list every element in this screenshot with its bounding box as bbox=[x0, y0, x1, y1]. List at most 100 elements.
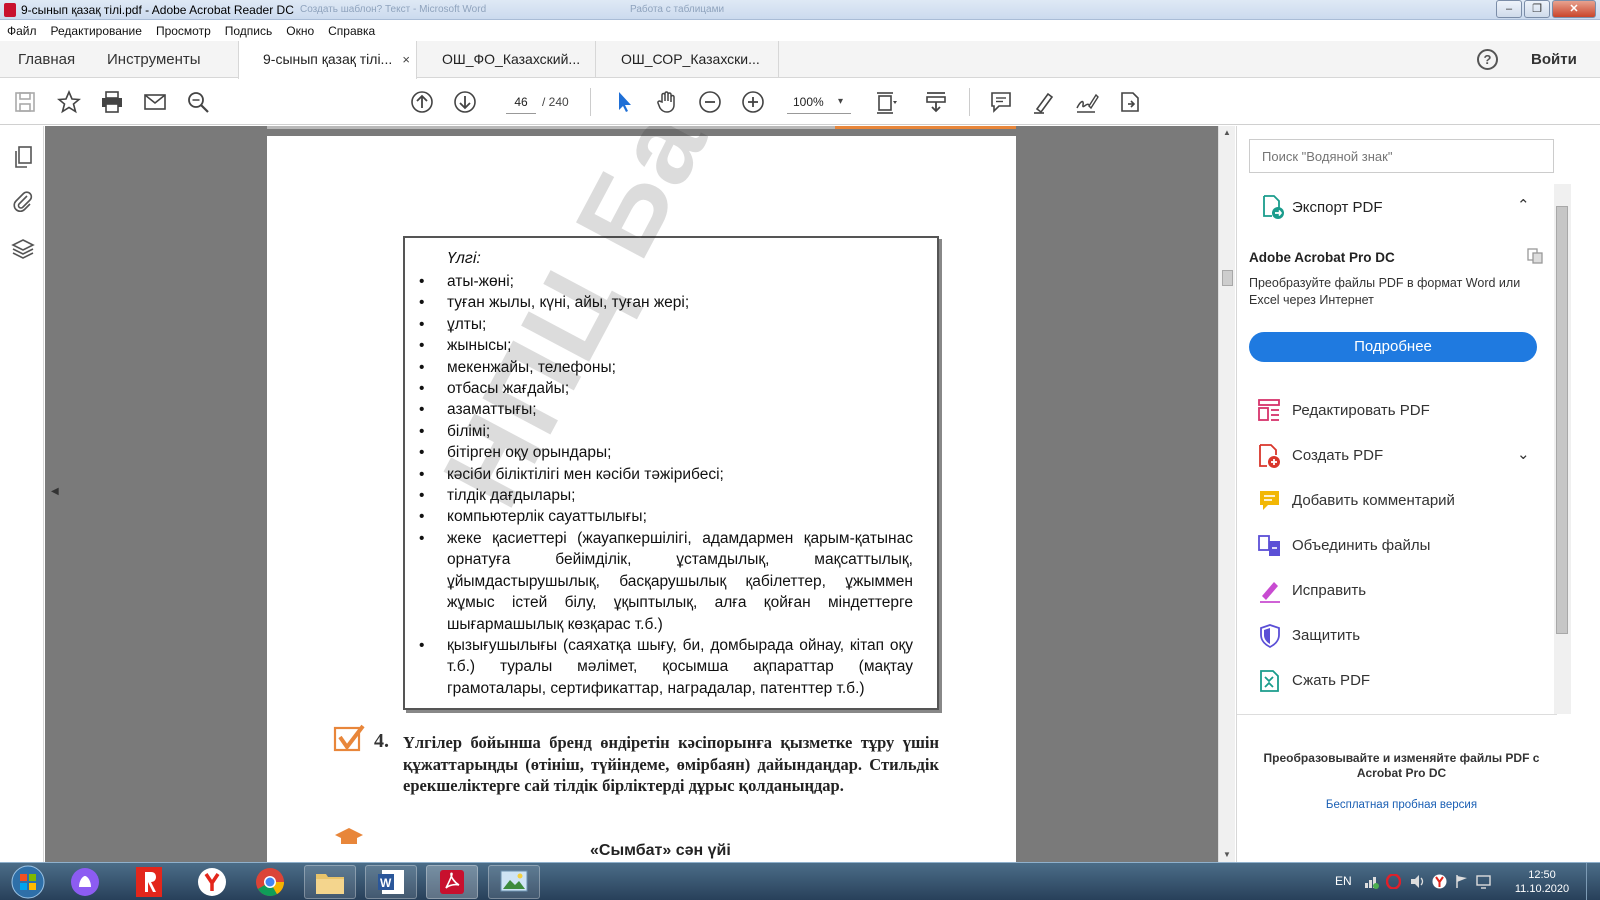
tools-pane: Экспорт PDF ⌃ Adobe Acrobat Pro DC Преоб… bbox=[1236, 126, 1600, 862]
email-icon[interactable] bbox=[141, 88, 169, 116]
print-icon[interactable] bbox=[98, 88, 126, 116]
page-total: / 240 bbox=[542, 95, 569, 109]
menu-file[interactable]: Файл bbox=[7, 24, 37, 38]
tool-combine-files[interactable]: Объединить файлы bbox=[1249, 525, 1549, 570]
share-tool-icon[interactable] bbox=[1116, 88, 1144, 116]
combine-icon bbox=[1258, 535, 1280, 556]
scroll-mode-icon[interactable] bbox=[922, 88, 950, 116]
list-item: жеке қасиеттері (жауапкершілігі, адамдар… bbox=[419, 528, 913, 635]
task-text: Үлгілер бойынша бренд өндіретін кәсіпоры… bbox=[403, 733, 939, 796]
toolbar-divider bbox=[590, 88, 591, 116]
system-clock[interactable]: 12:50 11.10.2020 bbox=[1512, 868, 1572, 896]
close-window-button[interactable]: ✕ bbox=[1552, 0, 1596, 18]
restore-button[interactable]: ❐ bbox=[1524, 0, 1550, 18]
export-pdf-header[interactable]: Экспорт PDF ⌃ bbox=[1249, 192, 1549, 224]
zoom-out-icon[interactable] bbox=[696, 88, 724, 116]
yandex-browser-icon[interactable] bbox=[186, 865, 238, 899]
promo-title: Adobe Acrobat Pro DC bbox=[1249, 250, 1395, 265]
ghost-title-2: Работа с таблицами bbox=[630, 4, 725, 15]
tool-compress-pdf[interactable]: Сжать PDF bbox=[1249, 660, 1549, 705]
menu-view[interactable]: Просмотр bbox=[156, 24, 211, 38]
tool-protect[interactable]: Защитить bbox=[1249, 615, 1549, 660]
list-item: компьютерлік сауаттылығы; bbox=[419, 506, 913, 528]
pdf-page: Үлгі: аты-жөні; туған жылы, күні, айы, т… bbox=[267, 126, 1016, 862]
tab-document-2[interactable]: ОШ_ФО_Казахский... bbox=[418, 41, 596, 78]
previous-page-orange-edge bbox=[835, 126, 1016, 129]
alice-assistant-icon[interactable] bbox=[59, 865, 111, 899]
document-scrollbar[interactable]: ▲ ▼ bbox=[1218, 126, 1235, 862]
acrobat-reader-icon[interactable] bbox=[426, 865, 478, 899]
bookmark-star-icon[interactable] bbox=[55, 88, 83, 116]
scrollbar-thumb[interactable] bbox=[1222, 270, 1233, 286]
edit-pdf-icon bbox=[1258, 399, 1280, 421]
list-item: туған жылы, күні, айы, туған жері; bbox=[419, 292, 913, 314]
photo-viewer-icon[interactable] bbox=[488, 865, 540, 899]
sign-tool-icon[interactable] bbox=[1073, 88, 1101, 116]
watermark-search-input[interactable] bbox=[1249, 139, 1554, 173]
yandex-icon[interactable] bbox=[123, 865, 175, 899]
tool-label: Добавить комментарий bbox=[1292, 492, 1455, 509]
zoom-dropdown-icon[interactable]: ▾ bbox=[838, 90, 843, 114]
menu-help[interactable]: Справка bbox=[328, 24, 375, 38]
scroll-up-icon[interactable]: ▲ bbox=[1223, 128, 1231, 137]
tool-fill-sign[interactable]: Исправить bbox=[1249, 570, 1549, 615]
tab-document-3[interactable]: ОШ_СОР_Казахски... bbox=[597, 41, 779, 78]
signin-button[interactable]: Войти bbox=[1531, 41, 1577, 78]
tool-create-pdf[interactable]: Создать PDF ⌄ bbox=[1249, 435, 1549, 480]
clock-time: 12:50 bbox=[1528, 869, 1556, 881]
save-icon[interactable] bbox=[11, 88, 39, 116]
scrollbar-thumb[interactable] bbox=[1556, 206, 1568, 634]
chevron-up-icon[interactable]: ⌃ bbox=[1517, 196, 1530, 214]
tools-pane-scrollbar[interactable] bbox=[1554, 184, 1571, 714]
page-down-icon[interactable] bbox=[451, 88, 479, 116]
page-up-icon[interactable] bbox=[408, 88, 436, 116]
menu-edit[interactable]: Редактирование bbox=[51, 24, 142, 38]
show-desktop-button[interactable] bbox=[1586, 863, 1600, 900]
opera-icon[interactable] bbox=[1385, 873, 1402, 890]
minimize-button[interactable]: – bbox=[1496, 0, 1522, 18]
pages-thumbnails-icon[interactable] bbox=[11, 145, 35, 169]
network-status-icon[interactable] bbox=[1364, 874, 1379, 889]
learn-more-button[interactable]: Подробнее bbox=[1249, 332, 1537, 362]
yandex-tray-icon[interactable] bbox=[1432, 874, 1447, 889]
free-trial-link[interactable]: Бесплатная пробная версия bbox=[1249, 799, 1554, 811]
action-center-flag-icon[interactable] bbox=[1454, 874, 1469, 889]
help-icon[interactable]: ? bbox=[1477, 49, 1498, 70]
close-tab-icon[interactable]: × bbox=[402, 41, 410, 78]
menu-sign[interactable]: Подпись bbox=[225, 24, 273, 38]
copy-icon[interactable] bbox=[1527, 248, 1543, 264]
tool-edit-pdf[interactable]: Редактировать PDF bbox=[1249, 390, 1549, 435]
zoom-in-icon[interactable] bbox=[739, 88, 767, 116]
tool-label: Защитить bbox=[1292, 627, 1361, 644]
select-cursor-icon[interactable] bbox=[610, 88, 638, 116]
highlight-pen-icon[interactable] bbox=[1030, 88, 1058, 116]
comment-tool-icon[interactable] bbox=[987, 88, 1015, 116]
tab-document-label: ОШ_СОР_Казахски... bbox=[621, 51, 760, 67]
scroll-down-icon[interactable]: ▼ bbox=[1223, 850, 1231, 859]
list-item: аты-жөні; bbox=[419, 271, 913, 293]
tool-label: Исправить bbox=[1292, 582, 1367, 599]
word-icon[interactable]: W bbox=[365, 865, 417, 899]
hand-tool-icon[interactable] bbox=[653, 88, 681, 116]
document-viewport[interactable]: ◀ Үлгі: аты-жөні; туған жылы, күні, айы,… bbox=[45, 126, 1231, 862]
page-number-input[interactable]: 46 bbox=[506, 90, 536, 114]
page-view-icon[interactable] bbox=[872, 88, 900, 116]
chrome-icon[interactable] bbox=[244, 865, 296, 899]
tab-tools[interactable]: Инструменты bbox=[107, 41, 201, 78]
file-explorer-icon[interactable] bbox=[304, 865, 356, 899]
keyboard-language[interactable]: EN bbox=[1335, 874, 1352, 888]
sample-title: Үлгі: bbox=[447, 250, 481, 267]
tab-home[interactable]: Главная bbox=[18, 41, 75, 78]
collapse-left-panel-icon[interactable]: ◀ bbox=[51, 486, 59, 497]
menu-window[interactable]: Окно bbox=[286, 24, 314, 38]
layers-icon[interactable] bbox=[11, 237, 35, 261]
start-button[interactable] bbox=[4, 864, 52, 900]
tab-document-active[interactable]: 9-сынып қазақ тілі... × bbox=[238, 41, 417, 79]
volume-icon[interactable] bbox=[1410, 874, 1425, 889]
tool-add-comment[interactable]: Добавить комментарий bbox=[1249, 480, 1549, 525]
attachments-icon[interactable] bbox=[11, 189, 35, 213]
display-icon[interactable] bbox=[1476, 874, 1491, 889]
chevron-down-icon[interactable]: ⌄ bbox=[1517, 445, 1530, 463]
search-zoom-icon[interactable] bbox=[184, 88, 212, 116]
tab-document-label: ОШ_ФО_Казахский... bbox=[442, 51, 581, 67]
